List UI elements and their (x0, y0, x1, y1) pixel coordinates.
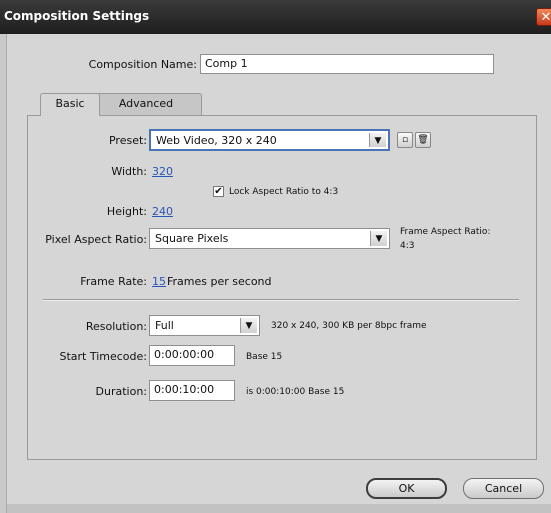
chevron-down-icon: ▼ (240, 318, 257, 333)
width-value[interactable]: 320 (152, 165, 173, 178)
preset-label: Preset: (108, 134, 147, 147)
pixel-aspect-value: Square Pixels (155, 232, 229, 245)
duration-info: is 0:00:10:00 Base 15 (246, 387, 345, 397)
duration-input[interactable]: 0:00:10:00 (149, 380, 235, 401)
resolution-info: 320 x 240, 300 KB per 8bpc frame (271, 321, 427, 331)
resolution-label: Resolution: (85, 320, 147, 333)
duration-label: Duration: (95, 385, 147, 398)
resolution-dropdown[interactable]: Full ▼ (149, 315, 260, 336)
section-divider (43, 299, 519, 301)
resolution-value: Full (155, 319, 174, 332)
window-title: Composition Settings (4, 9, 150, 23)
comp-name-input[interactable]: Comp 1 (200, 54, 494, 74)
lock-aspect-label: Lock Aspect Ratio to 4:3 (229, 187, 339, 197)
delete-preset-icon[interactable]: 🗑 (415, 132, 431, 148)
dialog-bottom-edge (7, 504, 551, 513)
start-timecode-info: Base 15 (246, 352, 283, 362)
save-preset-icon[interactable]: ▫ (397, 132, 413, 148)
width-label: Width: (111, 165, 147, 178)
ok-button[interactable]: OK (366, 478, 447, 499)
close-icon[interactable]: ✕ (536, 8, 551, 26)
cancel-button[interactable]: Cancel (463, 478, 544, 499)
start-timecode-input[interactable]: 0:00:00:00 (149, 345, 235, 366)
frame-rate-label: Frame Rate: (80, 275, 147, 288)
comp-name-label: Composition Name: (88, 58, 197, 71)
pixel-aspect-label: Pixel Aspect Ratio: (45, 233, 147, 246)
frame-rate-value[interactable]: 15 (152, 275, 166, 288)
frame-aspect-value: 4:3 (400, 241, 415, 251)
preset-dropdown[interactable]: Web Video, 320 x 240 ▼ (149, 129, 390, 151)
frame-rate-unit: Frames per second (167, 275, 272, 288)
start-timecode-label: Start Timecode: (59, 350, 147, 363)
height-value[interactable]: 240 (152, 205, 173, 218)
height-label: Height: (106, 205, 147, 218)
preset-value: Web Video, 320 x 240 (156, 134, 277, 147)
frame-aspect-label: Frame Aspect Ratio: (400, 227, 491, 237)
chevron-down-icon: ▼ (370, 231, 387, 246)
pixel-aspect-dropdown[interactable]: Square Pixels ▼ (149, 228, 390, 249)
dialog-body: Composition Name: Comp 1 Advanced Basic … (6, 34, 551, 513)
tab-advanced[interactable]: Advanced (90, 93, 202, 115)
chevron-down-icon: ▼ (369, 133, 386, 147)
tab-basic[interactable]: Basic (40, 93, 100, 116)
lock-aspect-checkbox[interactable]: ✔ (213, 186, 224, 197)
title-bar: Composition Settings ✕ (0, 0, 551, 34)
